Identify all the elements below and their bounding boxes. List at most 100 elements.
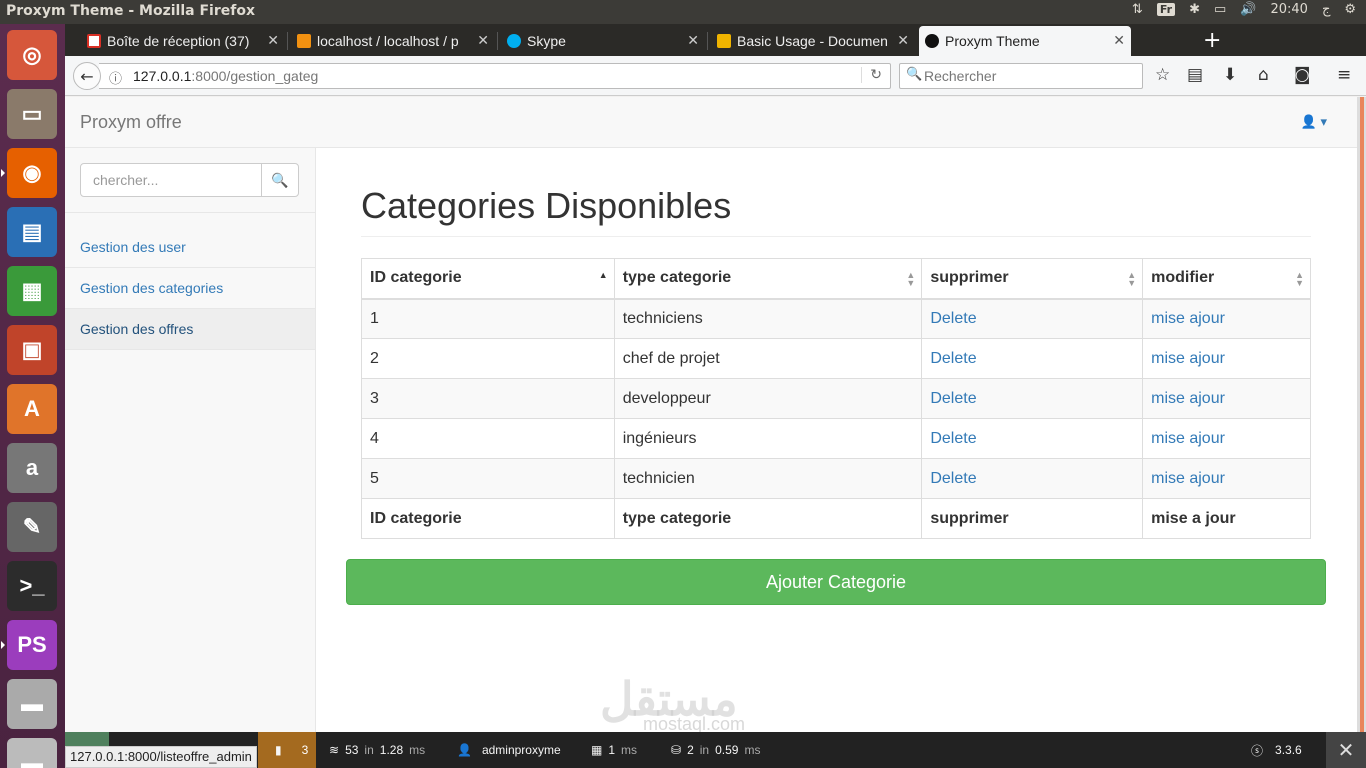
site-header: Proxym offre 👤 ▾	[65, 97, 1357, 148]
column-header-modifier[interactable]: modifier ▲ ▼	[1142, 258, 1311, 300]
amazon-icon[interactable]: a	[7, 443, 57, 493]
cell-id: 2	[361, 338, 615, 379]
writer-icon[interactable]: ▤	[7, 207, 57, 257]
pocket-icon[interactable]: ◙	[1294, 65, 1311, 85]
table-row: 1 techniciens Delete mise ajour	[361, 298, 1311, 339]
phpstorm-icon[interactable]: PS	[7, 620, 57, 670]
column-header-id[interactable]: ID categorie ▲	[361, 258, 615, 300]
tab-proxym-theme[interactable]: Proxym Theme ✕	[919, 26, 1131, 56]
symfony-icon	[925, 34, 939, 48]
column-footer-type: type categorie	[613, 498, 923, 539]
symfony-debug-toolbar: ▮ 3 ≋ 53 in 1.28 ms 👤 adminproxyme ▦ 1 m…	[65, 732, 1366, 768]
cell-id: 5	[361, 458, 615, 499]
column-header-supprimer[interactable]: supprimer ▲ ▼	[921, 258, 1144, 300]
database-panel[interactable]: ⛁ 2 in 0.59 ms	[671, 732, 760, 768]
edit-link[interactable]: mise ajour	[1151, 430, 1225, 447]
software-center-icon[interactable]: A	[7, 384, 57, 434]
tab-label: Skype	[527, 33, 566, 49]
close-icon[interactable]: ✕	[267, 32, 279, 49]
page-scrollbar[interactable]	[1357, 97, 1366, 732]
cell-type: ingénieurs	[613, 418, 923, 459]
web-page: Proxym offre 👤 ▾ 🔍 Gestion des user Gest…	[65, 97, 1357, 732]
delete-link[interactable]: Delete	[930, 350, 976, 367]
edit-link[interactable]: mise ajour	[1151, 350, 1225, 367]
column-header-type[interactable]: type categorie ▲ ▼	[613, 258, 923, 300]
home-icon[interactable]: ⌂	[1258, 65, 1269, 85]
settings-icon[interactable]: ✎	[7, 502, 57, 552]
drive-icon[interactable]: ▬	[7, 679, 57, 729]
files-icon[interactable]: ▭	[7, 89, 57, 139]
reload-icon[interactable]: ↻	[861, 67, 882, 83]
caret-down-icon: ▾	[1320, 114, 1327, 129]
edit-link[interactable]: mise ajour	[1151, 310, 1225, 327]
battery-icon[interactable]: ▭	[1214, 2, 1226, 17]
search-bar[interactable]: 🔍 Rechercher	[899, 63, 1143, 89]
user-icon: 👤	[1300, 114, 1317, 129]
dash-icon[interactable]: ◎	[7, 30, 57, 80]
sidebar-item-categories[interactable]: Gestion des categories	[65, 268, 315, 309]
phpmyadmin-icon	[297, 34, 311, 48]
tab-gmail[interactable]: Boîte de réception (37) ✕	[81, 26, 285, 56]
site-brand[interactable]: Proxym offre	[80, 112, 182, 133]
info-icon[interactable]: ⓘ	[109, 68, 122, 87]
url-bar[interactable]: ⓘ 127.0.0.1:8000/gestion_gateg ↻	[99, 63, 891, 89]
close-icon[interactable]: ✕	[897, 32, 909, 49]
search-button[interactable]: 🔍	[261, 163, 299, 197]
clock[interactable]: 20:40	[1270, 2, 1307, 17]
impress-icon[interactable]: ▣	[7, 325, 57, 375]
gear-icon[interactable]: ⚙	[1344, 2, 1356, 17]
search-icon: 🔍	[271, 171, 289, 188]
edit-link[interactable]: mise ajour	[1151, 390, 1225, 407]
errors-panel[interactable]: ▮ 3	[275, 732, 308, 768]
navigation-bar: ⓘ 127.0.0.1:8000/gestion_gateg ↻ ← 🔍 Rec…	[65, 56, 1366, 96]
menu-icon[interactable]: ≡	[1337, 65, 1351, 85]
os-top-panel: Proxym Theme - Mozilla Firefox ⇅ Fr ✱ ▭ …	[0, 0, 1366, 24]
search-input[interactable]	[80, 163, 262, 197]
sidebar-item-offres[interactable]: Gestion des offres	[65, 309, 315, 350]
close-icon[interactable]: ✕	[1113, 32, 1125, 49]
skype-icon	[507, 34, 521, 48]
page-title: Categories Disponibles	[361, 185, 1311, 237]
edit-link[interactable]: mise ajour	[1151, 470, 1225, 487]
tab-phpmyadmin[interactable]: localhost / localhost / p ✕	[291, 26, 495, 56]
bluetooth-icon[interactable]: ✱	[1189, 2, 1200, 17]
calc-icon[interactable]: ▦	[7, 266, 57, 316]
watermark-url: mostaql.com	[643, 714, 746, 732]
trash-icon[interactable]: ▬	[7, 738, 57, 768]
delete-link[interactable]: Delete	[930, 430, 976, 447]
delete-link[interactable]: Delete	[930, 390, 976, 407]
sort-icon: ▲ ▼	[906, 270, 916, 288]
symfony-version-panel[interactable]: ⓢ 3.3.6	[1251, 732, 1302, 768]
bookmark-star-icon[interactable]: ☆	[1155, 65, 1170, 85]
add-category-button[interactable]: Ajouter Categorie	[346, 559, 1326, 605]
volume-icon[interactable]: 🔊	[1240, 2, 1256, 17]
user-dropdown[interactable]: 👤 ▾	[1301, 114, 1327, 130]
keyboard-layout-badge[interactable]: Fr	[1156, 3, 1176, 16]
network-icon[interactable]: ⇅	[1132, 2, 1143, 17]
close-icon: ✕	[1337, 739, 1355, 762]
back-button[interactable]: ←	[73, 62, 101, 90]
sort-asc-icon: ▲	[598, 270, 608, 280]
tab-basic-usage[interactable]: Basic Usage - Documen ✕	[711, 26, 915, 56]
locale-indicator[interactable]: ج	[1322, 2, 1330, 17]
sidebar-item-users[interactable]: Gestion des user	[65, 227, 315, 268]
database-icon: ⛁	[671, 743, 682, 757]
reading-list-icon[interactable]: ▤	[1187, 65, 1203, 85]
delete-link[interactable]: Delete	[930, 470, 976, 487]
close-icon[interactable]: ✕	[687, 32, 699, 49]
cell-id: 4	[361, 418, 615, 459]
download-icon[interactable]: ⬇	[1223, 65, 1237, 85]
forms-panel[interactable]: ▦ 1 ms	[591, 732, 637, 768]
new-tab-button[interactable]: +	[1203, 28, 1221, 53]
url-text[interactable]: 127.0.0.1:8000/gestion_gateg	[133, 68, 318, 84]
user-panel[interactable]: 👤 adminproxyme	[457, 732, 561, 768]
time-panel[interactable]: ≋ 53 in 1.28 ms	[329, 732, 425, 768]
form-icon: ▦	[591, 743, 603, 757]
toolbar-close-button[interactable]: ✕	[1326, 732, 1366, 768]
delete-link[interactable]: Delete	[930, 310, 976, 327]
close-icon[interactable]: ✕	[477, 32, 489, 49]
tab-skype[interactable]: Skype ✕	[501, 26, 705, 56]
firefox-icon[interactable]: ◉	[7, 148, 57, 198]
user-icon: 👤	[457, 743, 472, 757]
terminal-icon[interactable]: >_	[7, 561, 57, 611]
